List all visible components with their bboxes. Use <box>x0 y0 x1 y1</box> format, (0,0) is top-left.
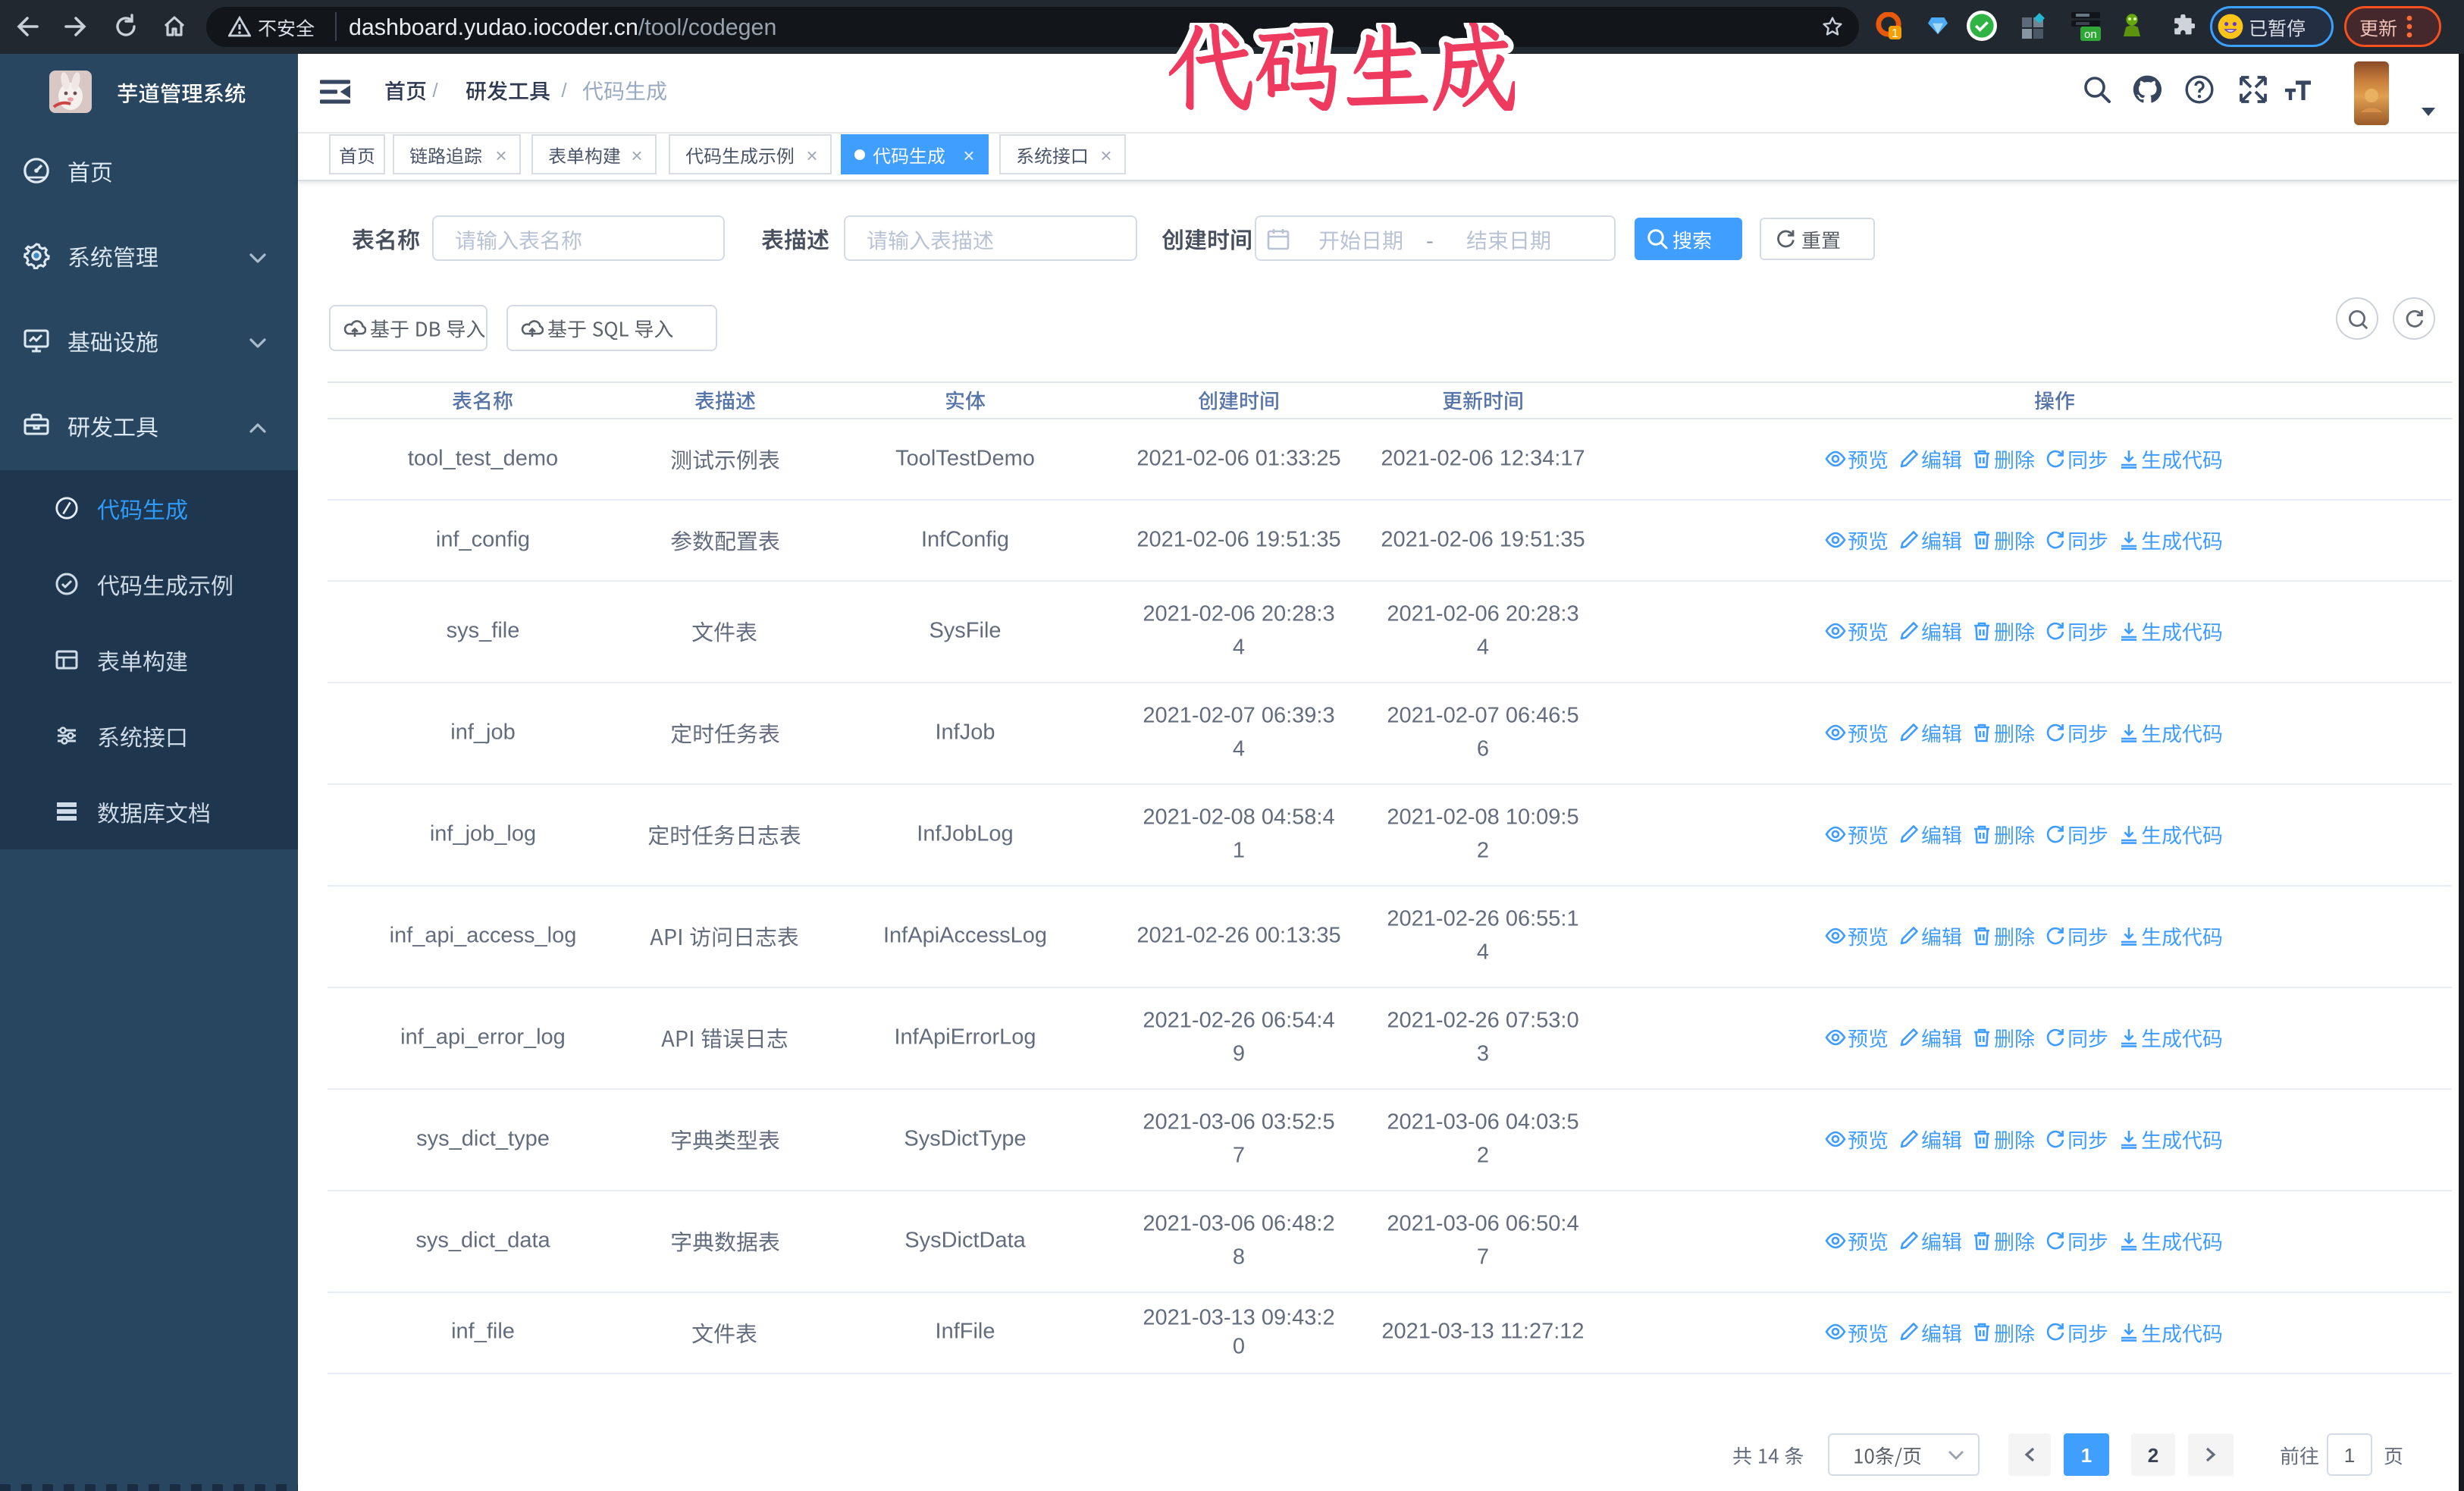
svg-text:on: on <box>2084 29 2097 42</box>
svg-text:1: 1 <box>1892 27 1898 39</box>
